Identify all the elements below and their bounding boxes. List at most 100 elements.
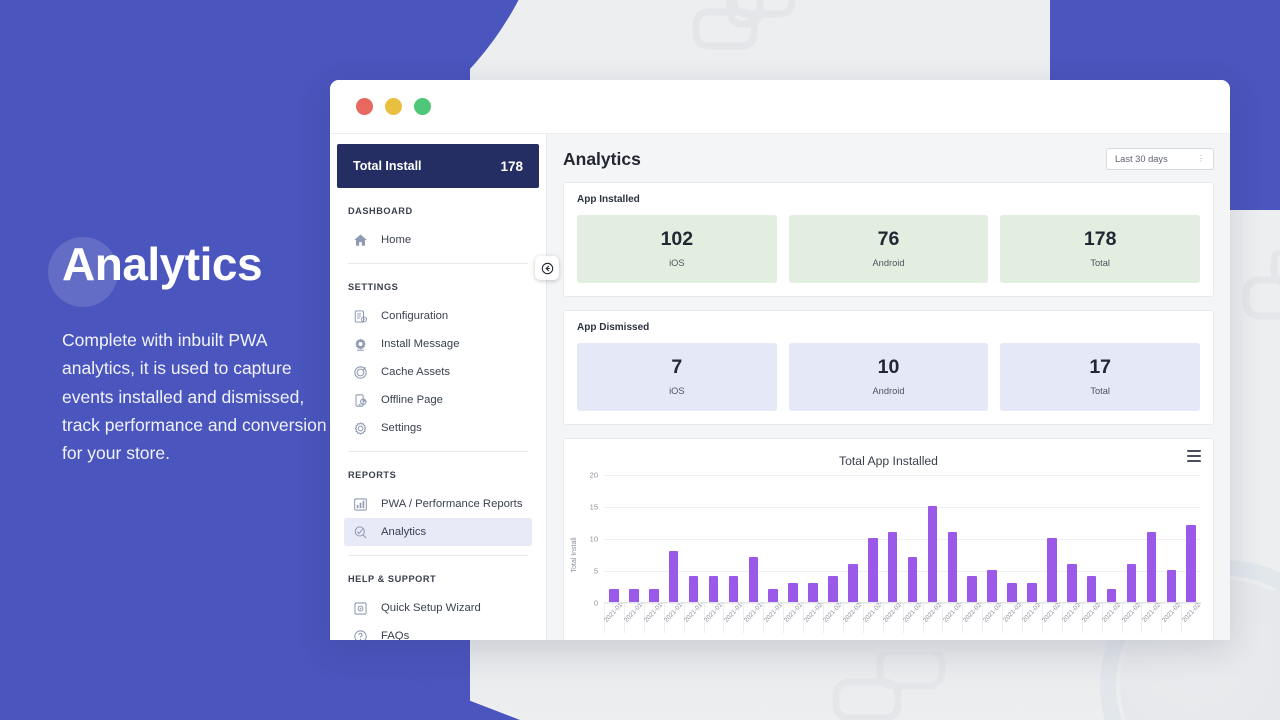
chart-x-tick-slot: 2021-02-19 bbox=[1161, 603, 1188, 633]
page-title: Analytics bbox=[563, 148, 641, 169]
sidebar-item-install-message[interactable]: Install Message bbox=[344, 330, 532, 358]
magnifier-check-icon bbox=[350, 522, 370, 542]
chart-bar[interactable] bbox=[1047, 538, 1057, 602]
chart-bar-slot[interactable] bbox=[1062, 475, 1082, 602]
chart-bar-slot[interactable] bbox=[704, 475, 724, 602]
chart-bar-slot[interactable] bbox=[1042, 475, 1062, 602]
sidebar-item-cache-assets[interactable]: Cache Assets bbox=[344, 358, 532, 386]
chart-bar[interactable] bbox=[887, 531, 898, 602]
chart-bar-slot[interactable] bbox=[743, 475, 763, 602]
chart-bar-slot[interactable] bbox=[723, 475, 743, 602]
chart-bar-slot[interactable] bbox=[1181, 475, 1201, 602]
chart-bar[interactable] bbox=[1126, 563, 1137, 602]
stat-card-ios-dismissed: 7 iOS bbox=[577, 343, 777, 411]
stat-value: 10 bbox=[877, 355, 900, 378]
chart-bar-slot[interactable] bbox=[923, 475, 943, 602]
stat-card-android-dismissed: 10 Android bbox=[788, 343, 989, 411]
chart-bar[interactable] bbox=[867, 538, 878, 602]
chart-bar-slot[interactable] bbox=[1102, 475, 1122, 602]
chart-bar-slot[interactable] bbox=[624, 475, 644, 602]
chart-y-tick-label: 5 bbox=[593, 566, 598, 576]
chart-bar[interactable] bbox=[1166, 570, 1177, 602]
chart-bar-slot[interactable] bbox=[664, 475, 684, 602]
chart-bar[interactable] bbox=[708, 576, 719, 602]
chart-bar[interactable] bbox=[1067, 563, 1077, 602]
hamburger-menu-icon[interactable] bbox=[1187, 450, 1201, 462]
sidebar-item-pwa-performance-reports[interactable]: PWA / Performance Reports bbox=[344, 490, 532, 518]
sidebar-item-home[interactable]: Home bbox=[344, 226, 532, 254]
chart-bar-slot[interactable] bbox=[823, 475, 843, 602]
chart-bar[interactable] bbox=[648, 589, 659, 602]
window-minimize-button[interactable] bbox=[385, 98, 402, 115]
sidebar-item-label: FAQs bbox=[381, 630, 410, 640]
chart-bar[interactable] bbox=[1106, 589, 1117, 602]
chart-bar-slot[interactable] bbox=[803, 475, 823, 602]
chart-x-tick-slot: 2021-02-13 bbox=[1041, 603, 1069, 633]
chart-bar[interactable] bbox=[1086, 576, 1097, 602]
chart-bar-slot[interactable] bbox=[1002, 475, 1022, 602]
stat-card-ios-installed: 102 iOS bbox=[577, 215, 777, 283]
chart-bar-slot[interactable] bbox=[783, 475, 803, 602]
chart-bar-slot[interactable] bbox=[903, 475, 923, 602]
stat-value: 76 bbox=[877, 227, 900, 250]
chart-bar[interactable] bbox=[1186, 525, 1196, 602]
chart-bar-slot[interactable] bbox=[883, 475, 903, 602]
window-titlebar bbox=[330, 80, 1230, 134]
panel-title: App Installed bbox=[577, 194, 640, 205]
stat-label: Total bbox=[1090, 258, 1110, 269]
sidebar-item-quick-setup-wizard[interactable]: Quick Setup Wizard bbox=[344, 594, 532, 622]
sidebar-item-analytics[interactable]: Analytics bbox=[344, 518, 532, 546]
window-close-button[interactable] bbox=[356, 98, 373, 115]
chart-bar[interactable] bbox=[788, 582, 798, 602]
date-range-select[interactable]: Last 30 days ⋮ bbox=[1106, 148, 1214, 170]
chart-bar-slot[interactable] bbox=[1141, 475, 1161, 602]
chart-bar[interactable] bbox=[828, 576, 838, 602]
sidebar-item-configuration[interactable]: Configuration bbox=[344, 302, 532, 330]
chart-bar[interactable] bbox=[609, 589, 619, 602]
chart-bar[interactable] bbox=[987, 570, 997, 602]
sidebar-collapse-button[interactable] bbox=[535, 256, 559, 280]
chart-bar-slot[interactable] bbox=[644, 475, 664, 602]
chart-bar[interactable] bbox=[907, 557, 918, 602]
chart-bar-slot[interactable] bbox=[863, 475, 883, 602]
window-maximize-button[interactable] bbox=[414, 98, 431, 115]
chart-bar-slot[interactable] bbox=[942, 475, 962, 602]
chart-bar[interactable] bbox=[1146, 531, 1157, 602]
chart-bar-slot[interactable] bbox=[604, 475, 624, 602]
gear-outline-icon bbox=[350, 418, 370, 438]
stat-value: 17 bbox=[1089, 355, 1112, 378]
chart-bar[interactable] bbox=[947, 531, 958, 602]
sidebar-item-faqs[interactable]: FAQs bbox=[344, 622, 532, 640]
chart-bar-slot[interactable] bbox=[1122, 475, 1142, 602]
chart-y-tick-label: 0 bbox=[593, 598, 598, 608]
chart-bar[interactable] bbox=[768, 589, 778, 602]
chart-bar[interactable] bbox=[848, 563, 858, 602]
chart-bar[interactable] bbox=[927, 506, 938, 602]
sidebar: Total Install 178 DASHBOARD Home SETTING… bbox=[330, 134, 559, 640]
chart-bar-slot[interactable] bbox=[962, 475, 982, 602]
sidebar-item-offline-page[interactable]: Offline Page bbox=[344, 386, 532, 414]
chart-bar[interactable] bbox=[629, 589, 639, 602]
chart-bar[interactable] bbox=[808, 582, 818, 602]
chart-bar-slot[interactable] bbox=[1082, 475, 1102, 602]
chart-bar-slot[interactable] bbox=[763, 475, 783, 602]
chart-x-tick-slot: 2021-02-10 bbox=[982, 603, 1009, 633]
date-range-value: Last 30 days bbox=[1115, 154, 1168, 164]
chart-bar[interactable] bbox=[688, 576, 699, 602]
chart-bar-slot[interactable] bbox=[1161, 475, 1181, 602]
chart-bar[interactable] bbox=[1027, 582, 1037, 602]
main-content: Analytics Last 30 days ⋮ App Installed 1… bbox=[547, 134, 1230, 640]
chart-bar[interactable] bbox=[668, 550, 679, 602]
chart-bar-slot[interactable] bbox=[843, 475, 863, 602]
chart-x-tick-slot: 2021-02-06 bbox=[902, 603, 929, 633]
chart-bar-slot[interactable] bbox=[1022, 475, 1042, 602]
chart-bar-slot[interactable] bbox=[982, 475, 1002, 602]
chart-bar-slot[interactable] bbox=[684, 475, 704, 602]
sidebar-item-settings[interactable]: Settings bbox=[344, 414, 532, 442]
chart-bar[interactable] bbox=[728, 576, 739, 602]
chart-bar[interactable] bbox=[1007, 582, 1017, 602]
chart-bar[interactable] bbox=[748, 557, 759, 602]
chart-bar[interactable] bbox=[967, 576, 978, 602]
nav-heading-settings: SETTINGS bbox=[348, 282, 399, 292]
chart-x-tick-slot: 2021-02-18 bbox=[1141, 603, 1168, 633]
